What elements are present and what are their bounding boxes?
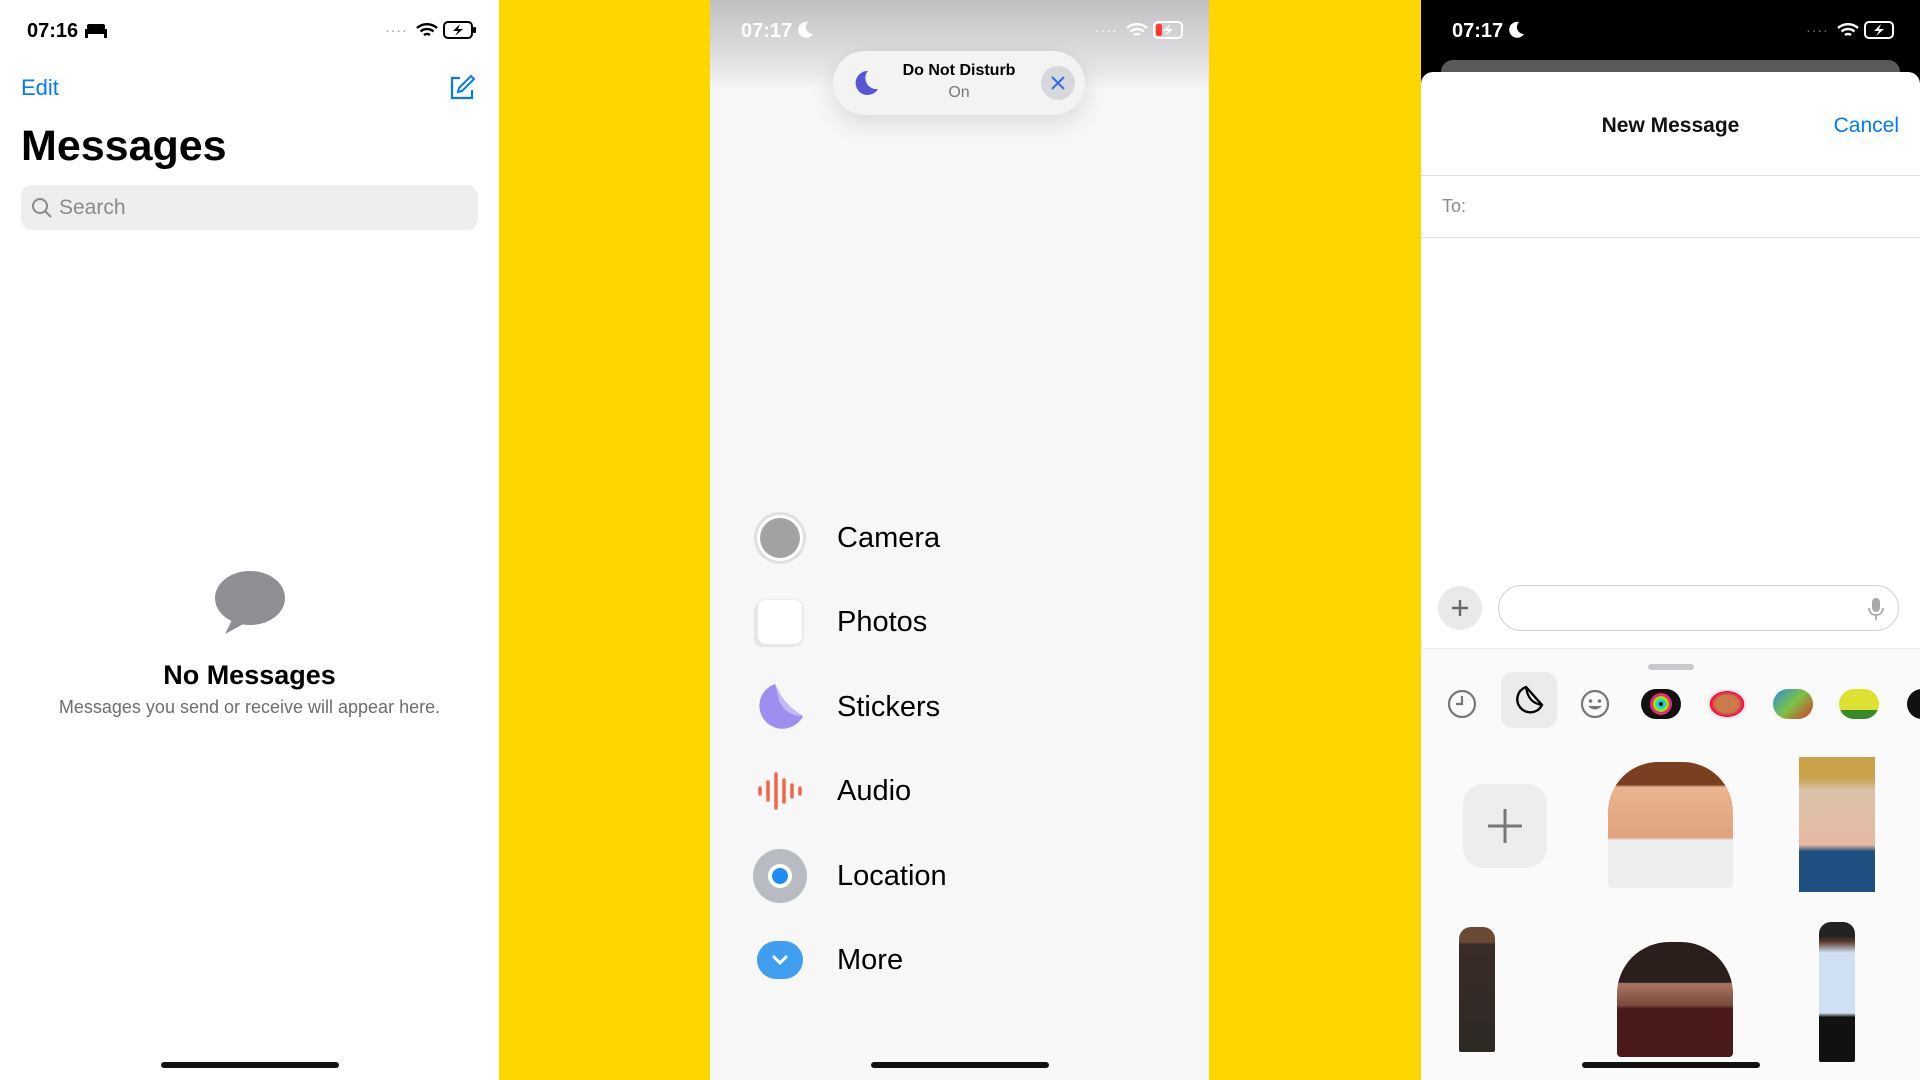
to-label: To:: [1442, 196, 1467, 216]
home-indicator[interactable]: [870, 1062, 1049, 1068]
close-icon: [1051, 76, 1065, 90]
menu-item-stickers[interactable]: Stickers: [710, 667, 1209, 747]
location-icon: [753, 849, 807, 903]
to-field[interactable]: To:: [1421, 176, 1920, 237]
status-time: 07:17: [741, 20, 793, 42]
emoji-icon[interactable]: [1569, 678, 1621, 730]
sleep-focus-icon: [85, 24, 107, 38]
menu-item-photos[interactable]: Photos: [710, 582, 1209, 662]
dnd-notification[interactable]: Do Not Disturb On: [833, 51, 1085, 115]
status-time: 07:16: [27, 20, 79, 42]
menu-label: Stickers: [837, 690, 941, 723]
home-indicator[interactable]: [1581, 1062, 1760, 1068]
sticker[interactable]: [1617, 942, 1733, 1057]
signal-icon: ····: [1806, 22, 1829, 38]
camera-icon: [753, 511, 807, 565]
menu-label: Camera: [837, 521, 941, 554]
menu-label: More: [837, 943, 904, 976]
message-bubble-icon: [215, 571, 285, 634]
search-icon: [32, 197, 52, 218]
stickers-icon[interactable]: [1501, 672, 1557, 728]
recents-icon[interactable]: [1436, 678, 1488, 730]
divider: [1421, 237, 1920, 238]
status-time: 07:17: [1452, 20, 1504, 42]
sticker[interactable]: [1608, 762, 1733, 888]
menu-label: Location: [837, 859, 947, 892]
wifi-icon: [1837, 23, 1859, 37]
sticker[interactable]: [1459, 927, 1495, 1052]
microphone-icon[interactable]: [1868, 597, 1884, 621]
stickers-icon: [753, 680, 807, 734]
empty-state-title: No Messages: [163, 660, 336, 690]
doodle-jump-icon[interactable]: [1833, 678, 1885, 730]
chevron-down-icon: [753, 933, 807, 987]
plus-icon: [1488, 809, 1522, 843]
messages-list-screen: 07:16 ···· Edit Messages Search No Messa…: [0, 0, 499, 1080]
page-title: Messages: [21, 122, 227, 170]
plus-icon: [1452, 600, 1468, 616]
compose-sheet: New Message Cancel To:: [1421, 72, 1920, 1080]
home-indicator[interactable]: [160, 1062, 339, 1068]
cancel-button[interactable]: Cancel: [1834, 114, 1899, 138]
signal-icon: ····: [1095, 22, 1118, 38]
more-apps-icon[interactable]: [1901, 678, 1920, 730]
activity-icon[interactable]: [1635, 678, 1687, 730]
audio-icon: [753, 764, 807, 818]
moon-icon: [798, 21, 813, 38]
edit-button[interactable]: Edit: [21, 75, 59, 101]
dnd-close-button[interactable]: [1041, 66, 1075, 100]
new-message-screen: 07:17 ···· New Message Cancel To:: [1421, 0, 1920, 1080]
add-sticker-button[interactable]: [1463, 784, 1547, 868]
menu-label: Audio: [837, 774, 912, 807]
photos-icon: [753, 595, 807, 649]
battery-charging-icon: [1864, 21, 1894, 39]
sticker[interactable]: [1799, 757, 1875, 892]
search-input[interactable]: Search: [21, 185, 478, 230]
menu-item-camera[interactable]: Camera: [710, 498, 1209, 578]
menu-item-location[interactable]: Location: [710, 836, 1209, 916]
wifi-icon: [416, 23, 438, 37]
menu-item-more[interactable]: More: [710, 920, 1209, 1000]
sticker[interactable]: [1819, 922, 1855, 1062]
message-input[interactable]: [1498, 585, 1899, 631]
compose-icon[interactable]: [448, 74, 476, 102]
wifi-icon: [1126, 23, 1148, 37]
search-placeholder: Search: [59, 195, 126, 219]
battery-charging-icon: [1153, 21, 1183, 39]
fruit-ninja-icon[interactable]: [1767, 678, 1819, 730]
moon-icon: [1509, 21, 1524, 38]
memoji-icon[interactable]: [1701, 678, 1753, 730]
signal-icon: ····: [385, 22, 408, 38]
battery-charging-icon: [443, 21, 476, 39]
menu-item-audio[interactable]: Audio: [710, 751, 1209, 831]
apps-button[interactable]: [1438, 586, 1482, 630]
empty-state-subtitle: Messages you send or receive will appear…: [58, 697, 441, 717]
menu-label: Photos: [837, 605, 928, 638]
attachment-menu-screen: 07:17 ···· Do Not Disturb On Camera Phot…: [710, 0, 1209, 1080]
drawer-handle[interactable]: [1648, 664, 1694, 670]
